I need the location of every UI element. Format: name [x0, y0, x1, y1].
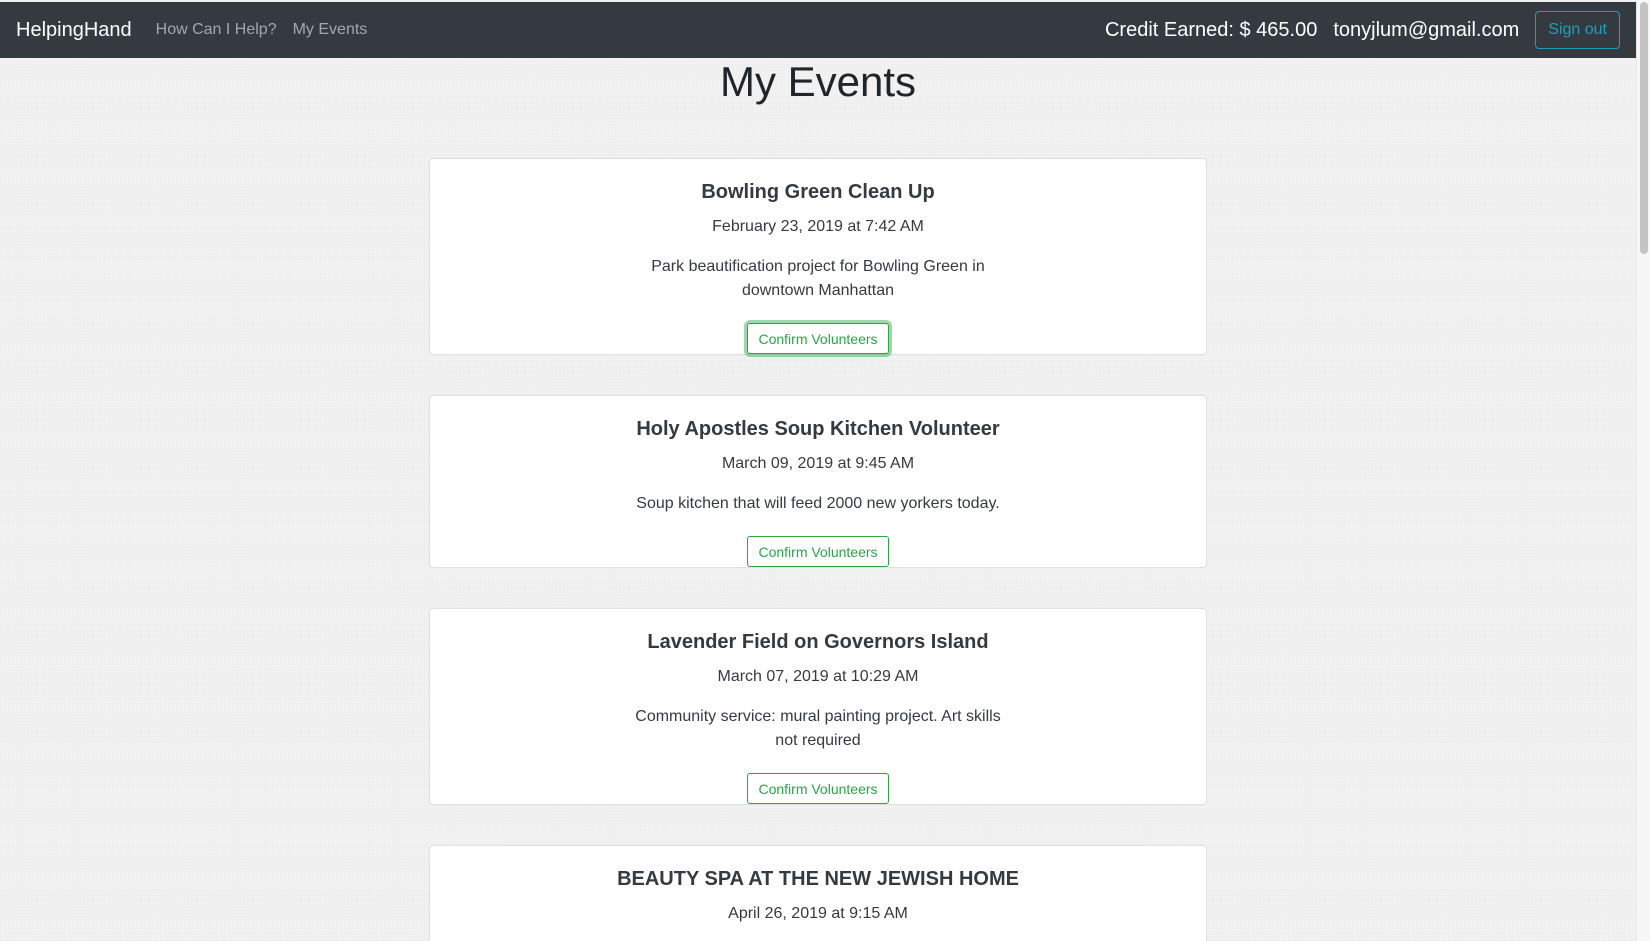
event-description: Community service: mural painting projec…	[635, 708, 1001, 749]
scrollbar-thumb[interactable]	[1640, 2, 1648, 254]
event-description: Soup kitchen that will feed 2000 new yor…	[636, 495, 1000, 512]
credit-earned: Credit Earned: $ 465.00	[1104, 18, 1318, 41]
nav-link-how-can-i-help[interactable]: How Can I Help?	[156, 21, 277, 39]
event-card: Lavender Field on Governors Island March…	[429, 608, 1207, 805]
event-date: March 07, 2019 at 10:29 AM	[717, 668, 919, 685]
sign-out-button[interactable]: Sign out	[1535, 11, 1620, 49]
vertical-scrollbar[interactable]	[1636, 0, 1650, 941]
navbar-right: Credit Earned: $ 465.00 tonyjlum@gmail.c…	[1105, 11, 1620, 49]
event-title: Lavender Field on Governors Island	[647, 631, 989, 653]
top-navbar: HelpingHand How Can I Help? My Events Cr…	[0, 2, 1636, 58]
event-title: Bowling Green Clean Up	[701, 181, 935, 203]
nav-link-my-events[interactable]: My Events	[293, 21, 368, 39]
event-date: February 23, 2019 at 7:42 AM	[712, 218, 924, 235]
confirm-volunteers-button[interactable]: Confirm Volunteers	[747, 773, 889, 804]
event-description: Park beautification project for Bowling …	[651, 258, 985, 299]
event-title: BEAUTY SPA AT THE NEW JEWISH HOME	[617, 868, 1019, 890]
event-date: April 26, 2019 at 9:15 AM	[728, 905, 908, 922]
page-title: My Events	[719, 58, 917, 105]
event-card: BEAUTY SPA AT THE NEW JEWISH HOME April …	[429, 845, 1207, 941]
brand-link[interactable]: HelpingHand	[16, 19, 132, 42]
event-card: Holy Apostles Soup Kitchen Volunteer Mar…	[429, 395, 1207, 568]
event-title: Holy Apostles Soup Kitchen Volunteer	[636, 418, 1000, 440]
confirm-volunteers-button[interactable]: Confirm Volunteers	[747, 536, 889, 567]
user-email: tonyjlum@gmail.com	[1333, 18, 1520, 41]
confirm-volunteers-button[interactable]: Confirm Volunteers	[747, 323, 889, 354]
event-date: March 09, 2019 at 9:45 AM	[721, 455, 915, 472]
event-card: Bowling Green Clean Up February 23, 2019…	[429, 158, 1207, 355]
